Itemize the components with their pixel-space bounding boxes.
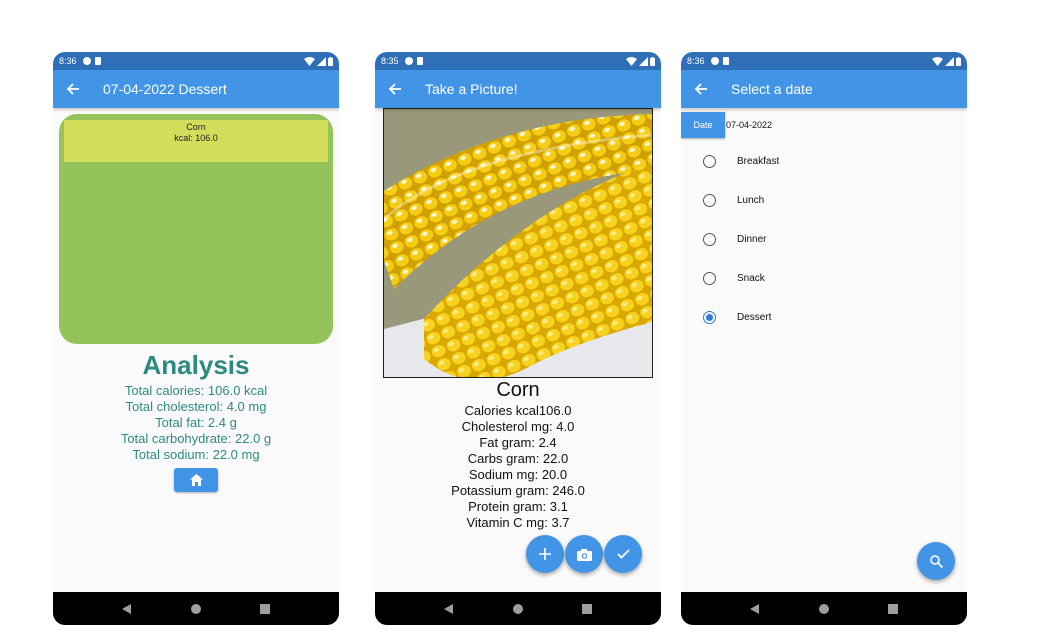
confirm-button[interactable] [604,535,642,573]
date-button[interactable]: Date [681,112,725,138]
wifi-icon [626,56,637,66]
status-time: 8:36 [687,56,705,66]
total-fat: Total fat: 2.4 g [155,415,237,430]
search-button[interactable] [917,542,955,580]
radio-selected[interactable] [703,310,716,324]
status-time: 8:36 [59,56,77,66]
radio-unselected[interactable] [703,271,716,285]
nutrition-vitamin-c: Vitamin C mg: 3.7 [466,515,570,530]
take-picture-screen: 8:35 Take a Picture! Corn Calories kcal1… [375,52,661,625]
signal-icon [945,56,954,66]
back-button[interactable] [53,82,93,96]
radio-unselected[interactable] [703,232,716,246]
status-time: 8:35 [381,56,399,66]
nav-recents-icon[interactable] [887,603,898,614]
battery-icon [650,56,655,66]
wifi-icon [932,56,943,66]
analysis-screen: 8:36 07-04-2022 Dessert Corn kcal: 106.0… [53,52,339,625]
camera-icon [576,548,592,561]
add-icon [539,548,551,560]
nutrition-sodium: Sodium mg: 20.0 [468,467,568,482]
total-cholesterol: Total cholesterol: 4.0 mg [125,399,267,414]
meal-option-dinner[interactable]: Dinner [703,229,766,249]
sd-card-icon [416,57,423,65]
search-icon [929,554,943,568]
nav-back-icon[interactable] [750,603,760,614]
analysis-summary: Total calories: 106.0 kcal Total cholest… [53,383,339,463]
meal-option-breakfast[interactable]: Breakfast [703,151,779,171]
nutrition-facts: Calories kcal106.0 Cholesterol mg: 4.0 F… [375,403,661,531]
nutrition-cholesterol: Cholesterol mg: 4.0 [461,419,575,434]
meal-option-label: Breakfast [737,155,780,167]
signal-icon [317,56,326,66]
page-title: 07-04-2022 Dessert [103,81,227,97]
system-nav-bar [681,592,967,625]
total-calories: Total calories: 106.0 kcal [124,383,268,398]
sd-card-icon [94,57,101,65]
wifi-icon [304,56,315,66]
system-nav-bar [375,592,661,625]
app-bar: 07-04-2022 Dessert [53,70,339,108]
home-button[interactable] [174,468,218,492]
home-icon [189,474,203,486]
meal-option-label: Lunch [737,194,765,206]
app-bar: Select a date [681,70,967,108]
meal-option-lunch[interactable]: Lunch [703,190,764,210]
radio-unselected[interactable] [703,154,716,168]
selected-date: 07-04-2022 [726,120,773,130]
page-title: Select a date [731,81,813,97]
nav-home-icon[interactable] [190,603,201,614]
meal-option-label: Snack [737,272,765,284]
nutrition-fat: Fat gram: 2.4 [479,435,557,450]
status-bar: 8:35 [375,52,661,70]
status-bar: 8:36 [681,52,967,70]
analysis-title: Analysis [142,350,250,380]
corn-photo-illustration [384,109,652,377]
notification-icon [710,57,719,65]
food-item[interactable]: Corn kcal: 106.0 [64,120,328,162]
meal-option-label: Dinner [737,233,767,245]
nav-back-icon[interactable] [122,603,132,614]
notification-icon [82,57,91,65]
nav-recents-icon[interactable] [259,603,270,614]
nav-home-icon[interactable] [512,603,523,614]
camera-button[interactable] [565,535,603,573]
nutrition-potassium: Potassium gram: 246.0 [451,483,585,498]
nutrition-carbs: Carbs gram: 22.0 [467,451,569,466]
page-title: Take a Picture! [425,81,518,97]
app-bar: Take a Picture! [375,70,661,108]
select-date-screen: 8:36 Select a date Date 07-04-2022 Break… [681,52,967,625]
arrow-back-icon [66,83,79,95]
nav-recents-icon[interactable] [581,603,592,614]
radio-unselected[interactable] [703,193,716,207]
stage: 8:36 07-04-2022 Dessert Corn kcal: 106.0… [0,0,1046,642]
sd-card-icon [722,57,729,65]
meal-option-label: Dessert [737,311,772,323]
meal-option-snack[interactable]: Snack [703,268,765,288]
battery-icon [328,56,333,66]
meal-option-dessert[interactable]: Dessert [703,307,771,327]
meal-card: Corn kcal: 106.0 [59,114,333,344]
total-carbohydrate: Total carbohydrate: 22.0 g [120,431,272,446]
system-nav-bar [53,592,339,625]
nutrition-protein: Protein gram: 3.1 [468,499,568,514]
food-photo [383,108,653,378]
arrow-back-icon [694,83,707,95]
nutrition-calories: Calories kcal106.0 [464,403,572,418]
battery-icon [956,56,961,66]
back-button[interactable] [681,82,721,96]
signal-icon [639,56,648,66]
arrow-back-icon [388,83,401,95]
status-bar: 8:36 [53,52,339,70]
add-button[interactable] [526,535,564,573]
food-item-name: Corn [186,122,206,132]
food-name: Corn [496,379,540,401]
total-sodium: Total sodium: 22.0 mg [132,447,260,462]
check-icon [616,549,630,559]
notification-icon [404,57,413,65]
nav-back-icon[interactable] [444,603,454,614]
back-button[interactable] [375,82,415,96]
food-item-kcal: kcal: 106.0 [174,133,218,143]
nav-home-icon[interactable] [818,603,829,614]
